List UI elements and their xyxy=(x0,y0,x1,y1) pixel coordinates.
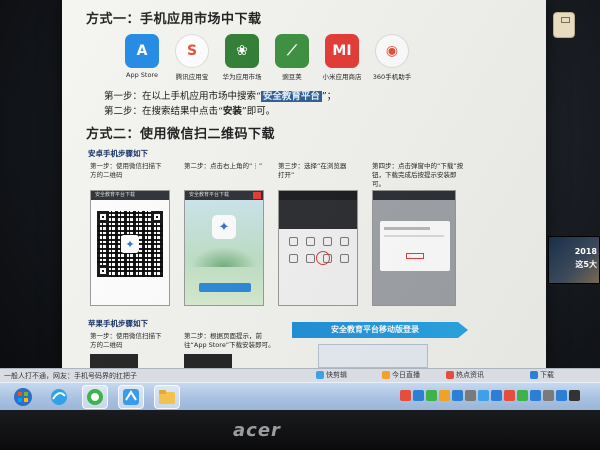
phone-landing-screen: 安全教育平台下载 ✦ xyxy=(184,190,264,306)
apple-step-2: 第二步：根据页面提示，前往“App Store”下载安装即可。 xyxy=(184,332,275,349)
hot-news-button[interactable]: 热点资讯 xyxy=(446,370,484,380)
app-store-icons: A App Store S 腾讯应用宝 ❀ 华为应用市场 ⟋ 豌豆荚 MI 小米应用商店 ◉ 360手… xyxy=(124,34,424,84)
taskbar-folder-button[interactable] xyxy=(154,385,180,409)
menu-option-icon xyxy=(340,254,349,263)
tray-icon[interactable] xyxy=(569,390,580,401)
apple-title: 苹果手机步骤如下 xyxy=(88,319,148,328)
tray-icon[interactable] xyxy=(517,390,528,401)
tray-icon[interactable] xyxy=(413,390,424,401)
menu-option-icon xyxy=(323,237,332,246)
tray-icon[interactable] xyxy=(543,390,554,401)
brand-logo: acer xyxy=(233,420,281,441)
download-button-preview xyxy=(199,283,251,292)
system-tray xyxy=(400,390,580,404)
360-browser-icon xyxy=(87,389,103,405)
phone-dialog-screen xyxy=(372,190,456,306)
tray-icon[interactable] xyxy=(452,390,463,401)
folder-icon xyxy=(159,390,175,404)
scissors-icon xyxy=(316,371,324,379)
app-item: ◉ 360手机助手 xyxy=(373,34,411,81)
tv-icon xyxy=(382,371,390,379)
browser-icon xyxy=(51,389,67,405)
taskbar-browser-button[interactable] xyxy=(46,385,72,409)
app-logo-icon: ✦ xyxy=(212,215,236,239)
app-item: ❀ 华为应用市场 xyxy=(223,34,262,81)
app-label: 腾讯应用宝 xyxy=(175,73,209,81)
app-icon xyxy=(123,389,139,405)
tray-icon[interactable] xyxy=(439,390,450,401)
menu-highlight xyxy=(253,192,261,199)
fire-icon xyxy=(446,371,454,379)
search-keyword: 安全教育平台 xyxy=(260,91,322,102)
android-step-2: 第二步：点击右上角的“⋮” xyxy=(184,162,263,170)
android-step-3: 第三步：选择“在浏览器打开” xyxy=(278,162,347,179)
download-highlight xyxy=(406,253,424,259)
share-sheet xyxy=(279,229,357,305)
tray-icon[interactable] xyxy=(478,390,489,401)
menu-option-icon xyxy=(289,237,298,246)
app-logo-icon: ✦ xyxy=(121,235,139,253)
huawei-appgallery-icon: ❀ xyxy=(225,34,259,68)
wandoujia-icon: ⟋ xyxy=(275,34,309,68)
download-arrow-icon xyxy=(530,371,538,379)
photo-of-monitor: 方式一：手机应用市场中下载 A App Store S 腾讯应用宝 ❀ 华为应用市场 ⟋ 豌豆… xyxy=(0,0,600,450)
windows-taskbar xyxy=(0,382,600,410)
monitor-bezel xyxy=(0,410,600,450)
menu-option-icon xyxy=(306,237,315,246)
document-page: 方式一：手机应用市场中下载 A App Store S 腾讯应用宝 ❀ 华为应用市场 ⟋ 豌豆… xyxy=(62,0,546,368)
download-dialog xyxy=(380,221,450,271)
taskbar-360-browser-button[interactable] xyxy=(82,385,108,409)
tray-icon[interactable] xyxy=(556,390,567,401)
tray-icon[interactable] xyxy=(426,390,437,401)
install-keyword: 安装 xyxy=(222,106,242,117)
phone-qr-screen: 安全教育平台下载 ✦ xyxy=(90,190,170,306)
app-item: S 腾讯应用宝 xyxy=(174,34,210,81)
app-label: 华为应用市场 xyxy=(222,73,262,81)
menu-option-icon xyxy=(340,237,349,246)
tencent-myapp-icon: S xyxy=(175,34,209,68)
taskbar-app-button[interactable] xyxy=(118,385,144,409)
app-label: 小米应用商店 xyxy=(322,73,362,81)
phone-menu-screen xyxy=(278,190,358,306)
android-step-4: 第四步：点击弹窗中的“下载”按钮，下载完成后按提示安装即可。 xyxy=(372,162,464,188)
download-button[interactable]: 下载 xyxy=(530,370,554,380)
app-item: ⟋ 豌豆荚 xyxy=(274,34,310,81)
apple-phone-preview xyxy=(90,354,138,368)
mobile-login-banner: 安全教育平台移动版登录 xyxy=(292,322,468,338)
step2-text: 第二步：在搜索结果中点击“安装”即可。 xyxy=(104,106,276,117)
live-button[interactable]: 今日直播 xyxy=(382,370,420,380)
app-label: 豌豆荚 xyxy=(282,73,302,81)
menu-option-icon xyxy=(306,254,315,263)
tray-icon[interactable] xyxy=(465,390,476,401)
usb-drive-icon[interactable] xyxy=(553,12,575,38)
step1-text: 第一步：在以上手机应用市场中搜索“ 安全教育平台”； xyxy=(104,91,337,102)
app-item: MI 小米应用商店 xyxy=(323,34,362,81)
news-toolbar: 一般人打不通，网友：手机号码界的扛把子 快剪辑 今日直播 热点资讯 下载 xyxy=(0,368,600,382)
login-preview xyxy=(318,344,428,368)
news-ticker[interactable]: 一般人打不通，网友：手机号码界的扛把子 xyxy=(4,371,137,381)
hills-illustration xyxy=(191,247,257,267)
app-item: A App Store xyxy=(124,34,160,79)
method1-title: 方式一：手机应用市场中下载 xyxy=(86,12,262,27)
360-assistant-icon: ◉ xyxy=(375,34,409,68)
android-step-1: 第一步：使用微信扫描下方的二维码 xyxy=(90,162,162,179)
tray-icon[interactable] xyxy=(504,390,515,401)
app-store-icon: A xyxy=(125,34,159,68)
tray-icon[interactable] xyxy=(491,390,502,401)
android-title: 安卓手机步骤如下 xyxy=(88,149,148,158)
windows-logo-icon xyxy=(14,388,32,406)
quick-clip-button[interactable]: 快剪辑 xyxy=(316,370,347,380)
open-in-browser-highlight xyxy=(316,251,330,265)
news-popup-thumbnail[interactable]: 2018 这5大 xyxy=(548,236,600,284)
menu-option-icon xyxy=(289,254,298,263)
tray-icon[interactable] xyxy=(530,390,541,401)
apple-step-1: 第一步：使用微信扫描下方的二维码 xyxy=(90,332,162,349)
app-label: 360手机助手 xyxy=(372,73,412,81)
start-button[interactable] xyxy=(10,385,36,409)
app-label: App Store xyxy=(126,71,158,79)
apple-phone-preview-2 xyxy=(184,354,232,368)
tray-icon[interactable] xyxy=(400,390,411,401)
xiaomi-store-icon: MI xyxy=(325,34,359,68)
method2-title: 方式二：使用微信扫二维码下载 xyxy=(86,127,276,142)
